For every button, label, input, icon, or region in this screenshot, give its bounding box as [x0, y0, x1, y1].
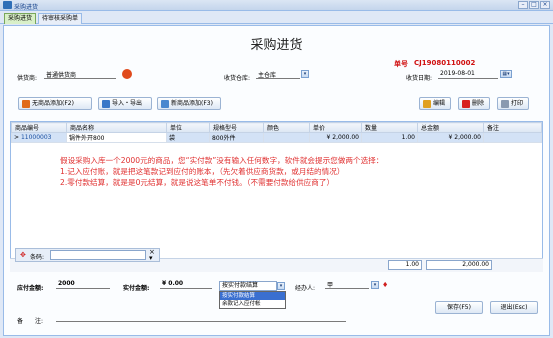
- annotation-line-3: 2.零付款结算，就是是0元结算，就是说这笔单不付钱。（不需要付款给供应商了）: [60, 178, 335, 187]
- handler-label: 经办人:: [295, 285, 316, 292]
- cell-spec[interactable]: 800外件: [209, 132, 264, 143]
- annotation-line-2: 1.记入应付账，就是把这笔款记到应付的账本，（先欠着供应商货款，或月结的情况）: [60, 167, 345, 176]
- order-number-label: 单号: [394, 60, 408, 68]
- barcode-bar: ✥ 条码: × ▾: [15, 248, 160, 262]
- barcode-label: 条码:: [30, 254, 45, 261]
- warehouse-dropdown-icon[interactable]: ▾: [301, 70, 309, 78]
- handler-dropdown-icon[interactable]: ▾: [371, 281, 379, 289]
- delete-button[interactable]: 删除: [458, 97, 490, 110]
- tab-pending-review[interactable]: 待审核采购单: [38, 13, 83, 24]
- cell-name[interactable]: 锅件外开800: [66, 132, 167, 143]
- col-header-unit[interactable]: 单位: [166, 122, 210, 133]
- supplier-input[interactable]: 普通供货商: [44, 70, 116, 79]
- payable-value: 2000: [56, 280, 110, 289]
- no-product-add-button[interactable]: 无商品添加(F2): [18, 97, 92, 110]
- new-product-icon: [161, 99, 169, 108]
- maximize-button[interactable]: □: [529, 1, 539, 9]
- edit-button[interactable]: 编辑: [419, 97, 451, 110]
- annotation-note: 假设采购入库一个2000元的商品，您“实付款”没有输入任何数字，软件就会提示您做…: [60, 155, 383, 188]
- edit-icon: [423, 99, 431, 108]
- barcode-icon: ✥: [20, 251, 26, 259]
- barcode-clear-icon[interactable]: × ▾: [149, 249, 155, 262]
- barcode-input[interactable]: [50, 250, 146, 260]
- handler-add-icon[interactable]: ♦: [382, 281, 388, 289]
- product-grid: 商品编号 商品名称 单位 规格型号 颜色 单价 数量 总金额 备注 > 1100…: [10, 121, 543, 261]
- print-icon: [501, 99, 509, 108]
- paid-label: 实付金额:: [123, 285, 150, 292]
- cell-color[interactable]: [263, 132, 310, 143]
- app-icon: [3, 1, 12, 9]
- sum-total: 2,000.00: [426, 260, 492, 270]
- settle-options-popup: 按实付款结算 余款记入应付帐: [219, 291, 286, 309]
- order-number: CJ19080110002: [414, 59, 476, 67]
- col-header-spec[interactable]: 规格型号: [209, 122, 264, 133]
- col-header-code[interactable]: 商品编号: [11, 122, 67, 133]
- import-icon: [102, 99, 110, 108]
- tab-purchase[interactable]: 采购进货: [4, 13, 37, 24]
- table-row[interactable]: > 11000003 锅件外开800 袋 800外件 ¥ 2,000.00 1.…: [11, 132, 542, 143]
- date-input[interactable]: 2019-08-01: [438, 70, 498, 79]
- cell-qty[interactable]: 1.00: [361, 132, 418, 143]
- handler-select[interactable]: 甲: [325, 280, 369, 289]
- cell-code: 11000003: [20, 134, 52, 141]
- exit-button[interactable]: 退出(Esc): [490, 301, 538, 314]
- supplier-lookup-icon[interactable]: [122, 69, 132, 79]
- cell-unit[interactable]: 袋: [166, 132, 210, 143]
- col-header-qty[interactable]: 数量: [361, 122, 418, 133]
- warehouse-label: 收货仓库:: [224, 75, 251, 82]
- tab-strip: 采购进货 待审核采购单: [0, 11, 553, 24]
- new-product-add-button[interactable]: 新商品添加(F3): [157, 97, 221, 110]
- cell-total[interactable]: ¥ 2,000.00: [417, 132, 484, 143]
- col-header-color[interactable]: 颜色: [263, 122, 310, 133]
- delete-icon: [462, 99, 470, 108]
- col-header-name[interactable]: 商品名称: [66, 122, 167, 133]
- import-export-button[interactable]: 导入・导出: [98, 97, 152, 110]
- page-title: 采购进货: [250, 38, 303, 53]
- payable-label: 应付金额:: [17, 285, 44, 292]
- minimize-button[interactable]: –: [518, 1, 528, 9]
- close-button[interactable]: ×: [540, 1, 550, 9]
- cell-remark[interactable]: [483, 132, 542, 143]
- col-header-remark[interactable]: 备注: [483, 122, 542, 133]
- date-label: 收货日期:: [406, 75, 433, 82]
- plus-icon: [22, 99, 30, 108]
- col-header-total[interactable]: 总金额: [417, 122, 484, 133]
- col-header-price[interactable]: 单价: [309, 122, 362, 133]
- settle-option-1[interactable]: 按实付款结算: [220, 292, 285, 300]
- annotation-line-1: 假设采购入库一个2000元的商品，您“实付款”没有输入任何数字，软件就会提示您做…: [60, 156, 384, 165]
- paid-input[interactable]: ¥ 0.00: [160, 280, 212, 289]
- print-button[interactable]: 打印: [497, 97, 529, 110]
- remark-input[interactable]: [56, 313, 346, 322]
- sum-qty: 1.00: [388, 260, 422, 270]
- row-marker: >: [14, 134, 20, 141]
- warehouse-select[interactable]: 主仓库: [256, 70, 300, 79]
- window-title: 采购进货: [14, 4, 39, 11]
- save-button[interactable]: 保存(F5): [435, 301, 483, 314]
- settle-select[interactable]: 按实付款结算: [219, 281, 277, 291]
- settle-option-2[interactable]: 余款记入应付帐: [220, 300, 285, 308]
- cell-price[interactable]: ¥ 2,000.00: [309, 132, 362, 143]
- window-titlebar: 采购进货 – □ ×: [0, 0, 553, 11]
- settle-dropdown-icon[interactable]: ▾: [277, 282, 285, 290]
- calendar-dropdown-icon[interactable]: ▦▾: [500, 70, 512, 78]
- supplier-label: 供货商:: [17, 75, 38, 82]
- remark-label: 备 注:: [17, 318, 44, 325]
